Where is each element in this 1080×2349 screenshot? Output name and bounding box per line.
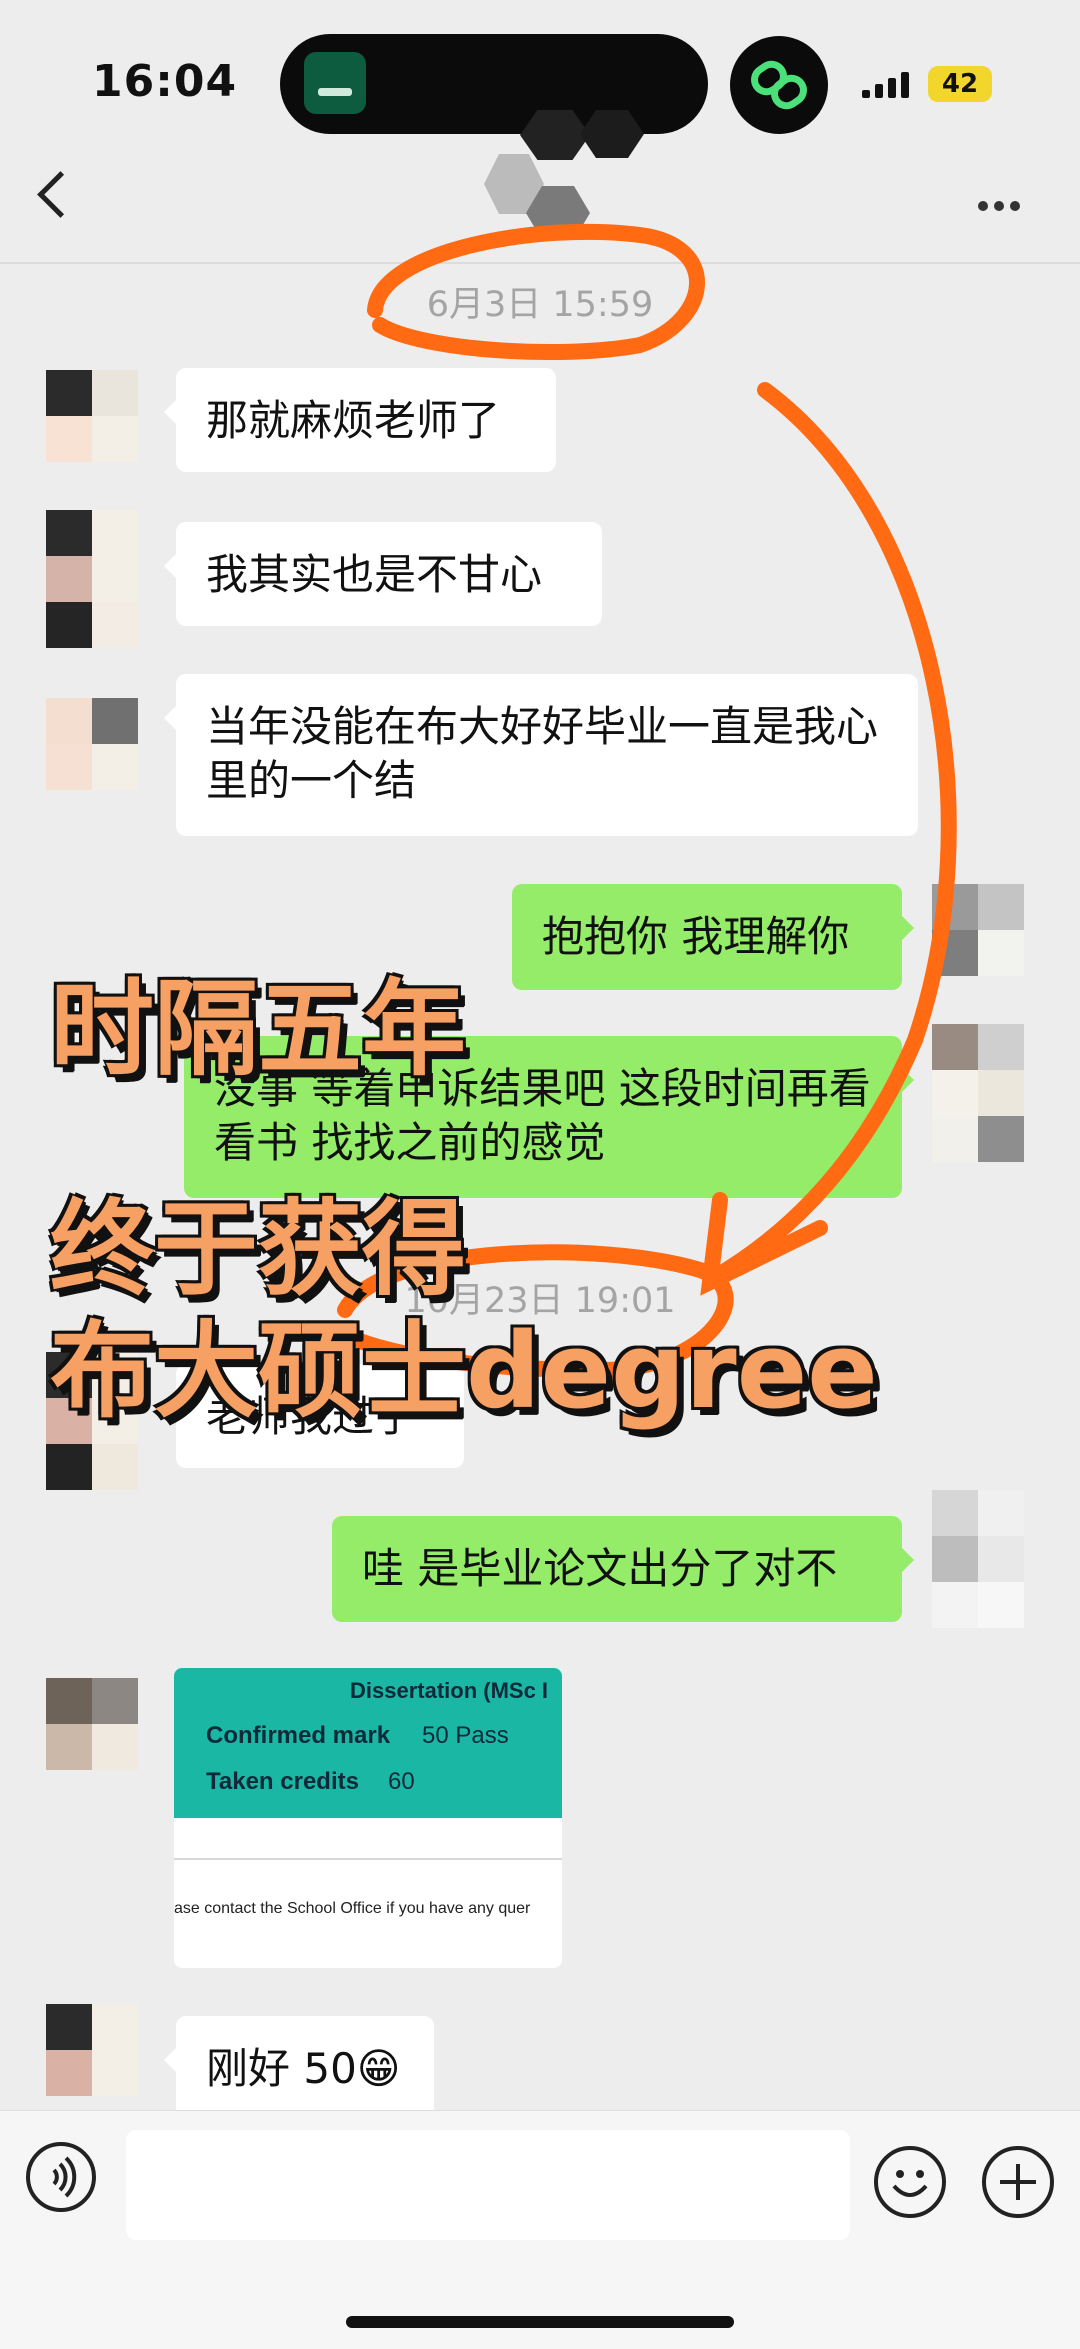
emoji-icon[interactable] bbox=[874, 2146, 946, 2218]
message-input[interactable] bbox=[126, 2130, 850, 2240]
overlay-caption-line3: 布大硕士degree bbox=[50, 1310, 878, 1432]
voice-icon[interactable] bbox=[26, 2142, 96, 2212]
arrow-stroke bbox=[702, 382, 957, 1288]
home-indicator[interactable] bbox=[346, 2316, 734, 2328]
plus-icon[interactable] bbox=[982, 2146, 1054, 2218]
circle-stroke bbox=[367, 223, 705, 361]
overlay-caption-line1: 时隔五年 bbox=[50, 968, 467, 1090]
